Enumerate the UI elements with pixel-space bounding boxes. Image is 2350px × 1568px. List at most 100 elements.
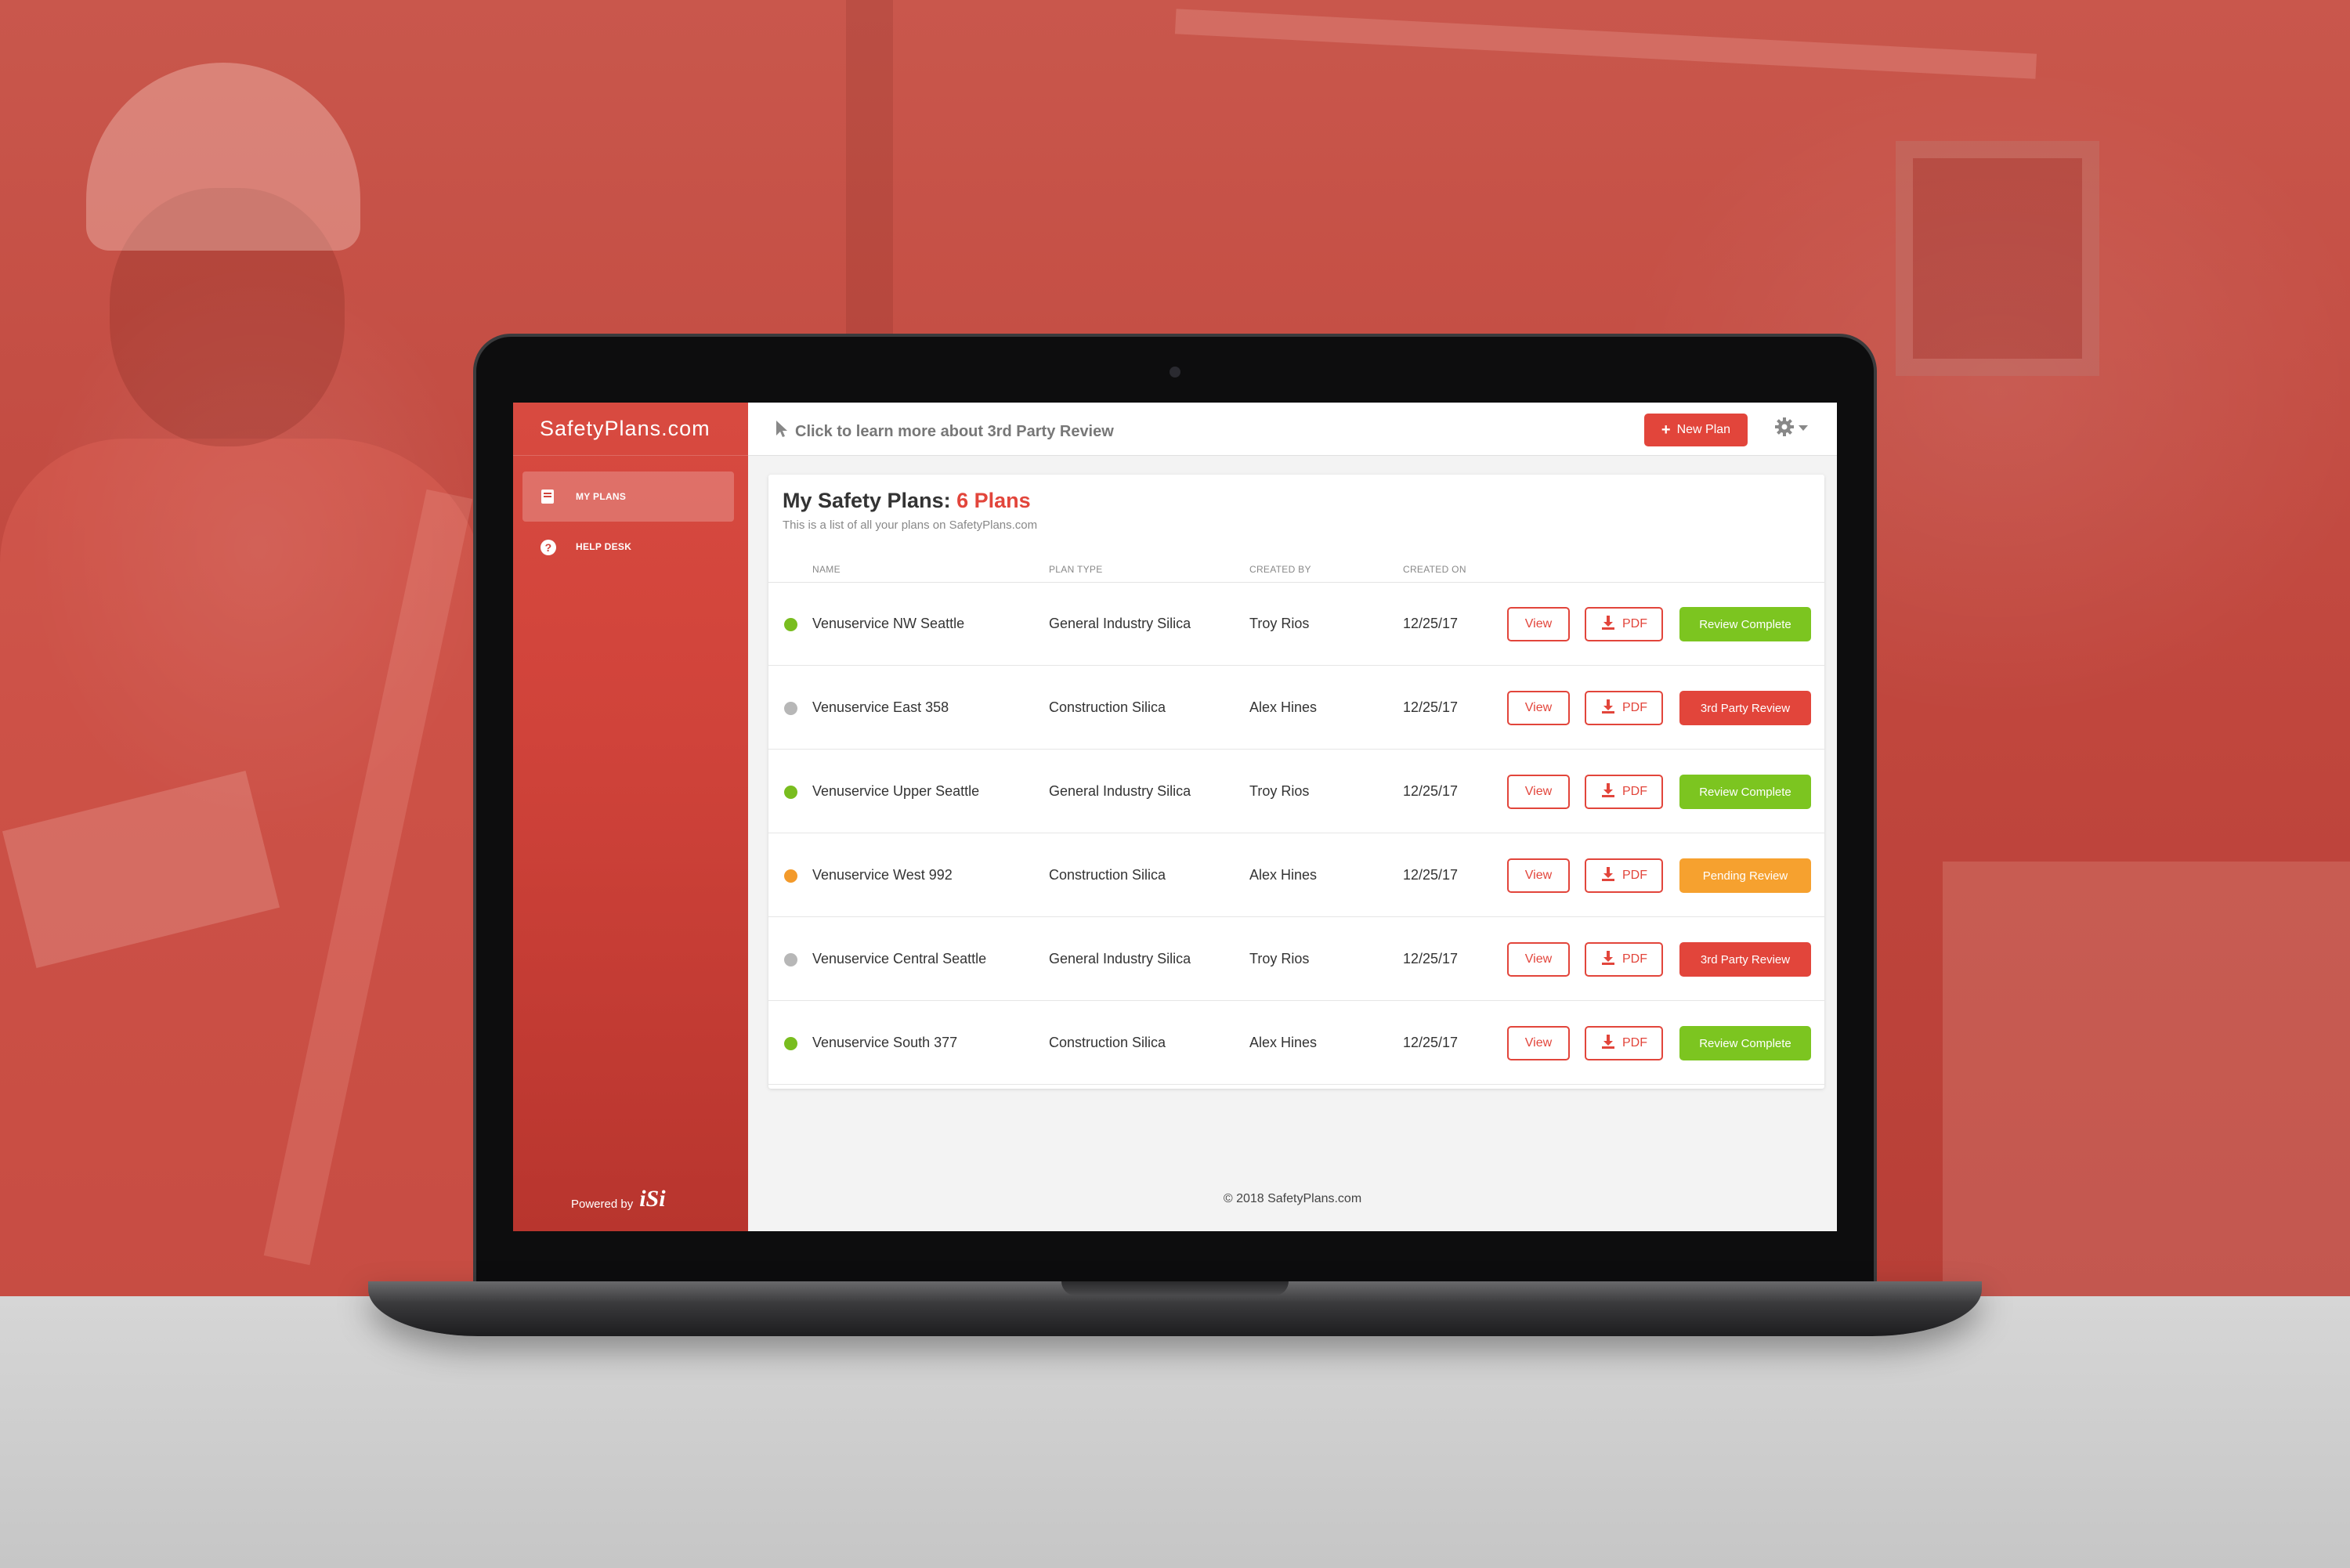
- background-window: [1896, 141, 2099, 376]
- view-button[interactable]: View: [1507, 942, 1570, 977]
- worker-hard-hat: [86, 63, 360, 251]
- plan-name[interactable]: Venuservice NW Seattle: [812, 616, 964, 632]
- created-on: 12/25/17: [1403, 1035, 1459, 1050]
- created-by: Troy Rios: [1249, 951, 1310, 966]
- created-by: Troy Rios: [1249, 783, 1310, 799]
- pdf-button[interactable]: PDF: [1585, 858, 1663, 893]
- plan-count: 6 Plans: [956, 489, 1031, 512]
- status-dot: [784, 786, 797, 799]
- plan-name[interactable]: Venuservice East 358: [812, 699, 949, 716]
- status-button[interactable]: 3rd Party Review: [1679, 942, 1811, 977]
- plans-card: My Safety Plans: 6 Plans This is a list …: [768, 475, 1824, 1089]
- download-icon: [1600, 1034, 1616, 1053]
- status-button[interactable]: 3rd Party Review: [1679, 691, 1811, 725]
- powered-by: Powered by iSi: [571, 1187, 666, 1212]
- page-title-prefix: My Safety Plans:: [783, 489, 951, 512]
- footer-copyright: © 2018 SafetyPlans.com: [1223, 1192, 1362, 1205]
- plan-type: Construction Silica: [1049, 867, 1166, 883]
- pdf-label: PDF: [1622, 869, 1647, 882]
- created-on: 12/25/17: [1403, 951, 1459, 966]
- table-row[interactable]: Venuservice Central Seattle General Indus…: [768, 918, 1824, 1001]
- powered-by-text: Powered by: [571, 1198, 634, 1211]
- pdf-button[interactable]: PDF: [1585, 775, 1663, 809]
- view-label: View: [1524, 952, 1553, 966]
- plan-type: Construction Silica: [1049, 1035, 1166, 1050]
- page-title: My Safety Plans: 6 Plans: [783, 489, 1031, 513]
- status-label: 3rd Party Review: [1700, 701, 1791, 715]
- status-dot: [784, 618, 797, 631]
- status-label: Pending Review: [1702, 869, 1788, 883]
- cursor-icon: [775, 420, 787, 443]
- plan-type: Construction Silica: [1049, 699, 1166, 715]
- third-party-review-link[interactable]: Click to learn more about 3rd Party Revi…: [775, 420, 1114, 443]
- plan-type: General Industry Silica: [1049, 783, 1191, 799]
- gear-icon: [1774, 417, 1795, 439]
- status-label: Review Complete: [1699, 617, 1791, 631]
- laptop-camera: [1170, 367, 1180, 378]
- pdf-button[interactable]: PDF: [1585, 691, 1663, 725]
- status-dot: [784, 953, 797, 966]
- created-on: 12/25/17: [1403, 783, 1459, 799]
- view-label: View: [1524, 617, 1553, 630]
- book-icon: [540, 489, 555, 504]
- help-icon: ?: [540, 539, 556, 555]
- table-row[interactable]: Venuservice NW Seattle General Industry S…: [768, 583, 1824, 666]
- plan-name[interactable]: Venuservice Upper Seattle: [812, 783, 979, 800]
- created-by: Alex Hines: [1249, 699, 1318, 715]
- sidebar-item-my-plans[interactable]: MY PLANS: [522, 471, 734, 522]
- created-by: Alex Hines: [1249, 867, 1318, 883]
- pdf-button[interactable]: PDF: [1585, 1026, 1663, 1060]
- plus-icon: +: [1661, 421, 1671, 439]
- sidebar-item-label: MY PLANS: [576, 491, 627, 502]
- new-plan-label: New Plan: [1676, 423, 1731, 436]
- status-dot: [784, 869, 797, 883]
- column-header-created-by: CREATED BY: [1249, 564, 1311, 575]
- view-button[interactable]: View: [1507, 607, 1570, 641]
- status-label: Review Complete: [1699, 785, 1791, 799]
- app-logo[interactable]: SafetyPlans.com: [513, 403, 748, 456]
- new-plan-button[interactable]: + New Plan: [1644, 414, 1748, 446]
- pdf-button[interactable]: PDF: [1585, 607, 1663, 641]
- floor-surface: [0, 1296, 2350, 1568]
- download-icon: [1600, 950, 1616, 970]
- created-on: 12/25/17: [1403, 699, 1459, 715]
- status-label: Review Complete: [1699, 1036, 1791, 1050]
- download-icon: [1600, 866, 1616, 886]
- column-header-created-on: CREATED ON: [1403, 564, 1466, 575]
- isi-logo[interactable]: iSi: [639, 1187, 665, 1211]
- plan-name[interactable]: Venuservice South 377: [812, 1035, 957, 1051]
- view-button[interactable]: View: [1507, 691, 1570, 725]
- background-container: [1943, 862, 2350, 1296]
- settings-menu[interactable]: [1774, 417, 1809, 439]
- status-button[interactable]: Review Complete: [1679, 775, 1811, 809]
- table-row[interactable]: Venuservice Upper Seattle General Industr…: [768, 750, 1824, 833]
- view-button[interactable]: View: [1507, 775, 1570, 809]
- plan-name[interactable]: Venuservice Central Seattle: [812, 951, 986, 967]
- table-row[interactable]: Venuservice South 377 Construction Silica…: [768, 1002, 1824, 1085]
- pdf-button[interactable]: PDF: [1585, 942, 1663, 977]
- created-on: 12/25/17: [1403, 616, 1459, 631]
- created-by: Alex Hines: [1249, 1035, 1318, 1050]
- top-bar: Click to learn more about 3rd Party Revi…: [748, 403, 1837, 456]
- view-label: View: [1524, 701, 1553, 714]
- plan-name[interactable]: Venuservice West 992: [812, 867, 953, 883]
- pdf-label: PDF: [1622, 617, 1647, 630]
- table-row[interactable]: Venuservice West 992 Construction Silica A…: [768, 834, 1824, 917]
- third-party-review-link-text: Click to learn more about 3rd Party Revi…: [795, 422, 1114, 440]
- status-dot: [784, 1037, 797, 1050]
- status-button[interactable]: Pending Review: [1679, 858, 1811, 893]
- view-button[interactable]: View: [1507, 858, 1570, 893]
- download-icon: [1600, 615, 1616, 634]
- column-header-name: NAME: [812, 564, 841, 575]
- app-screen: SafetyPlans.com MY PLANS ? HELP DESK Pow…: [513, 403, 1837, 1231]
- status-label: 3rd Party Review: [1700, 952, 1791, 966]
- laptop-notch: [1061, 1281, 1289, 1295]
- page-subtitle: This is a list of all your plans on Safe…: [783, 518, 1038, 532]
- table-row[interactable]: Venuservice East 358 Construction Silica A…: [768, 667, 1824, 750]
- status-button[interactable]: Review Complete: [1679, 607, 1811, 641]
- pdf-label: PDF: [1622, 952, 1647, 966]
- download-icon: [1600, 699, 1616, 718]
- status-button[interactable]: Review Complete: [1679, 1026, 1811, 1060]
- sidebar-item-help-desk[interactable]: ? HELP DESK: [522, 522, 734, 572]
- view-button[interactable]: View: [1507, 1026, 1570, 1060]
